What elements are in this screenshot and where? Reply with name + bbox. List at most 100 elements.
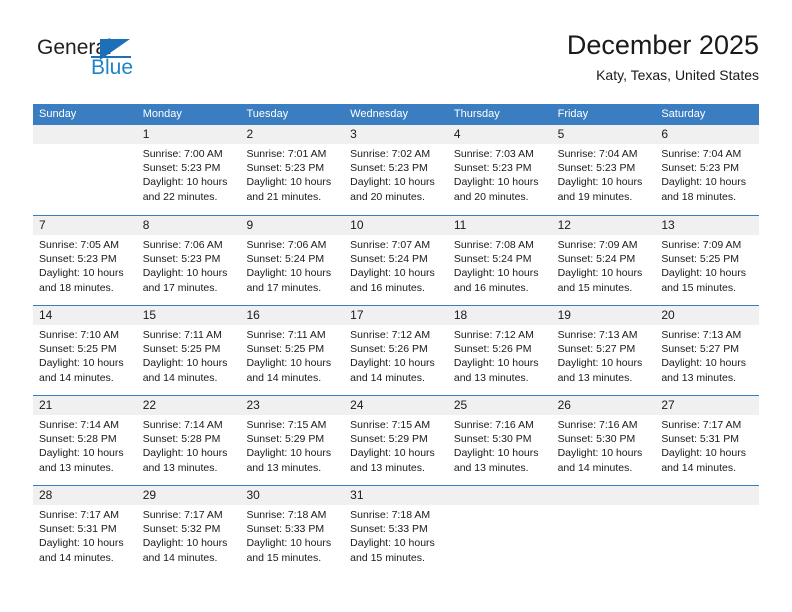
day-cell[interactable]: 22 Sunrise: 7:14 AM Sunset: 5:28 PM Dayligh… bbox=[136, 396, 241, 485]
day-cell[interactable]: 17 Sunrise: 7:12 AM Sunset: 5:26 PM Dayligh… bbox=[344, 306, 448, 395]
day-detail-line: Sunrise: 7:17 AM bbox=[661, 419, 742, 431]
day-detail-line: and 14 minutes. bbox=[661, 461, 737, 474]
day-detail-line: and 13 minutes. bbox=[39, 461, 114, 474]
day-detail-line: Sunset: 5:27 PM bbox=[661, 343, 739, 356]
day-detail-line: and 14 minutes. bbox=[246, 371, 322, 384]
day-detail-line: Sunrise: 7:16 AM bbox=[557, 419, 638, 431]
day-detail-line: and 14 minutes. bbox=[142, 371, 218, 384]
day-number: 20 bbox=[655, 306, 760, 325]
day-number bbox=[447, 486, 552, 505]
day-cell[interactable]: 20 Sunrise: 7:13 AM Sunset: 5:27 PM Dayligh… bbox=[655, 306, 760, 395]
day-cell[interactable]: 9 Sunrise: 7:06 AM Sunset: 5:24 PM Daylight… bbox=[240, 216, 345, 305]
day-detail-line: Daylight: 10 hours bbox=[39, 537, 124, 550]
day-detail-line: Sunrise: 7:15 AM bbox=[350, 419, 431, 431]
day-cell[interactable]: 10 Sunrise: 7:07 AM Sunset: 5:24 PM Dayligh… bbox=[344, 216, 448, 305]
day-details: Sunrise: 7:14 AM Sunset: 5:28 PM Daylight:… bbox=[33, 415, 137, 475]
day-detail-line: Sunset: 5:23 PM bbox=[39, 253, 117, 266]
day-detail-line: and 14 minutes. bbox=[350, 371, 425, 384]
day-detail-line: and 13 minutes. bbox=[661, 371, 737, 384]
day-detail-line: Daylight: 10 hours bbox=[557, 267, 643, 280]
day-number: 3 bbox=[344, 125, 448, 144]
day-detail-line: Sunrise: 7:03 AM bbox=[453, 148, 534, 160]
day-detail-line: Daylight: 10 hours bbox=[142, 267, 228, 280]
day-details: Sunrise: 7:16 AM Sunset: 5:30 PM Daylight:… bbox=[552, 415, 656, 475]
day-detail-line: Sunrise: 7:08 AM bbox=[453, 239, 534, 251]
day-number: 8 bbox=[136, 216, 241, 235]
day-detail-line: Daylight: 10 hours bbox=[246, 357, 332, 370]
day-cell[interactable]: 31 Sunrise: 7:18 AM Sunset: 5:33 PM Dayligh… bbox=[344, 486, 448, 575]
weekday-header-wednesday: Wednesday bbox=[350, 108, 409, 120]
title-block: December 2025 Katy, Texas, United States bbox=[567, 28, 759, 84]
day-detail-line: Sunset: 5:30 PM bbox=[557, 433, 636, 446]
day-details: Sunrise: 7:10 AM Sunset: 5:25 PM Daylight:… bbox=[33, 325, 137, 385]
brand-logo[interactable]: General Blue bbox=[33, 36, 213, 88]
day-number: 14 bbox=[33, 306, 137, 325]
day-detail-line: Sunrise: 7:12 AM bbox=[453, 329, 534, 341]
day-details: Sunrise: 7:05 AM Sunset: 5:23 PM Daylight:… bbox=[33, 235, 137, 295]
day-cell[interactable]: 18 Sunrise: 7:12 AM Sunset: 5:26 PM Dayligh… bbox=[447, 306, 552, 395]
day-cell[interactable]: 28 Sunrise: 7:17 AM Sunset: 5:31 PM Dayligh… bbox=[33, 486, 137, 575]
day-cell[interactable]: 23 Sunrise: 7:15 AM Sunset: 5:29 PM Dayligh… bbox=[240, 396, 345, 485]
day-number: 6 bbox=[655, 125, 760, 144]
day-details: Sunrise: 7:11 AM Sunset: 5:25 PM Daylight:… bbox=[240, 325, 344, 385]
day-detail-line: and 15 minutes. bbox=[661, 281, 737, 294]
day-cell[interactable]: 1 Sunrise: 7:00 AM Sunset: 5:23 PM Daylight… bbox=[136, 125, 241, 215]
day-detail-line: Daylight: 10 hours bbox=[453, 357, 539, 370]
day-cell[interactable]: 30 Sunrise: 7:18 AM Sunset: 5:33 PM Dayligh… bbox=[240, 486, 345, 575]
day-cell-empty bbox=[447, 486, 552, 575]
day-cell[interactable]: 27 Sunrise: 7:17 AM Sunset: 5:31 PM Dayligh… bbox=[655, 396, 760, 485]
day-detail-line: and 17 minutes. bbox=[142, 281, 218, 294]
day-detail-line: Daylight: 10 hours bbox=[142, 357, 228, 370]
day-cell[interactable]: 4 Sunrise: 7:03 AM Sunset: 5:23 PM Daylight… bbox=[447, 125, 552, 215]
day-number: 2 bbox=[240, 125, 345, 144]
day-cell[interactable]: 26 Sunrise: 7:16 AM Sunset: 5:30 PM Dayligh… bbox=[551, 396, 656, 485]
day-number: 31 bbox=[344, 486, 448, 505]
day-detail-line: Daylight: 10 hours bbox=[661, 447, 746, 460]
day-cell[interactable]: 14 Sunrise: 7:10 AM Sunset: 5:25 PM Dayligh… bbox=[33, 306, 137, 395]
day-cell[interactable]: 7 Sunrise: 7:05 AM Sunset: 5:23 PM Daylight… bbox=[33, 216, 137, 305]
day-detail-line: Daylight: 10 hours bbox=[246, 447, 332, 460]
day-details: Sunrise: 7:07 AM Sunset: 5:24 PM Daylight:… bbox=[344, 235, 448, 295]
day-cell[interactable]: 2 Sunrise: 7:01 AM Sunset: 5:23 PM Daylight… bbox=[240, 125, 345, 215]
day-cell[interactable]: 5 Sunrise: 7:04 AM Sunset: 5:23 PM Daylight… bbox=[551, 125, 656, 215]
day-detail-line: and 14 minutes. bbox=[142, 551, 218, 564]
day-cell-empty bbox=[655, 486, 760, 575]
day-cell[interactable]: 3 Sunrise: 7:02 AM Sunset: 5:23 PM Daylight… bbox=[344, 125, 448, 215]
day-cell[interactable]: 19 Sunrise: 7:13 AM Sunset: 5:27 PM Dayligh… bbox=[551, 306, 656, 395]
day-details: Sunrise: 7:08 AM Sunset: 5:24 PM Daylight:… bbox=[448, 235, 552, 295]
day-detail-line: Sunrise: 7:07 AM bbox=[350, 239, 431, 251]
day-cell-empty bbox=[551, 486, 656, 575]
day-detail-line: Daylight: 10 hours bbox=[350, 357, 435, 370]
day-cell[interactable]: 29 Sunrise: 7:17 AM Sunset: 5:32 PM Dayligh… bbox=[136, 486, 241, 575]
weekday-header-monday: Monday bbox=[142, 108, 182, 120]
day-cell[interactable]: 11 Sunrise: 7:08 AM Sunset: 5:24 PM Dayligh… bbox=[447, 216, 552, 305]
day-cell[interactable]: 12 Sunrise: 7:09 AM Sunset: 5:24 PM Dayligh… bbox=[551, 216, 656, 305]
day-cell[interactable]: 6 Sunrise: 7:04 AM Sunset: 5:23 PM Daylight… bbox=[655, 125, 760, 215]
day-details: Sunrise: 7:12 AM Sunset: 5:26 PM Daylight:… bbox=[344, 325, 448, 385]
day-number: 11 bbox=[447, 216, 552, 235]
day-number: 7 bbox=[33, 216, 137, 235]
day-detail-line: Sunset: 5:31 PM bbox=[39, 523, 117, 536]
day-detail-line: Daylight: 10 hours bbox=[453, 267, 539, 280]
day-detail-line: Sunset: 5:23 PM bbox=[142, 162, 221, 175]
day-detail-line: Daylight: 10 hours bbox=[557, 357, 643, 370]
day-detail-line: Sunrise: 7:10 AM bbox=[39, 329, 119, 341]
day-details: Sunrise: 7:15 AM Sunset: 5:29 PM Daylight:… bbox=[344, 415, 448, 475]
day-cell[interactable]: 13 Sunrise: 7:09 AM Sunset: 5:25 PM Dayligh… bbox=[655, 216, 760, 305]
day-cell[interactable]: 15 Sunrise: 7:11 AM Sunset: 5:25 PM Dayligh… bbox=[136, 306, 241, 395]
day-detail-line: and 13 minutes. bbox=[453, 371, 529, 384]
day-details bbox=[552, 505, 656, 508]
day-detail-line: Daylight: 10 hours bbox=[453, 176, 539, 189]
day-number: 19 bbox=[551, 306, 656, 325]
day-details: Sunrise: 7:02 AM Sunset: 5:23 PM Daylight:… bbox=[344, 144, 448, 204]
day-detail-line: and 16 minutes. bbox=[453, 281, 529, 294]
day-number: 29 bbox=[136, 486, 241, 505]
day-cell[interactable]: 25 Sunrise: 7:16 AM Sunset: 5:30 PM Dayligh… bbox=[447, 396, 552, 485]
day-cell[interactable]: 8 Sunrise: 7:06 AM Sunset: 5:23 PM Daylight… bbox=[136, 216, 241, 305]
calendar-week-row: 1 Sunrise: 7:00 AM Sunset: 5:23 PM Daylight… bbox=[33, 125, 760, 215]
day-cell[interactable]: 21 Sunrise: 7:14 AM Sunset: 5:28 PM Dayligh… bbox=[33, 396, 137, 485]
day-detail-line: Sunrise: 7:16 AM bbox=[453, 419, 534, 431]
day-cell[interactable]: 24 Sunrise: 7:15 AM Sunset: 5:29 PM Dayligh… bbox=[344, 396, 448, 485]
day-cell[interactable]: 16 Sunrise: 7:11 AM Sunset: 5:25 PM Dayligh… bbox=[240, 306, 345, 395]
day-detail-line: Sunrise: 7:14 AM bbox=[39, 419, 119, 431]
